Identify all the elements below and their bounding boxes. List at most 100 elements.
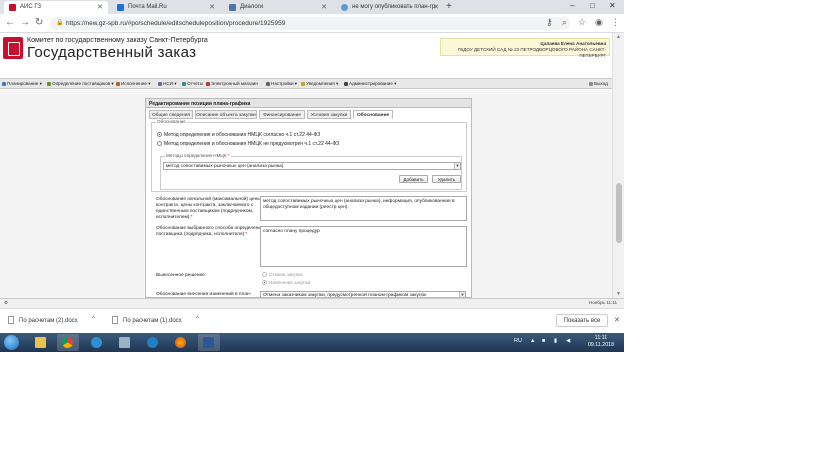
- close-tab-icon[interactable]: ✕: [321, 3, 327, 11]
- menu-execution[interactable]: Исполнение ▾: [116, 81, 151, 87]
- maximize-icon[interactable]: □: [590, 1, 595, 10]
- menu-settings[interactable]: Настройки ▾: [266, 81, 297, 87]
- edit-position-panel: Редактирование позиции плана-графика Общ…: [145, 98, 472, 298]
- label-text: Обоснование выбранного способа определен…: [156, 226, 264, 237]
- profile-icon[interactable]: ◉: [595, 17, 603, 28]
- tab-conditions[interactable]: Условия закупки: [307, 110, 351, 119]
- logout-label: Выход: [594, 81, 608, 86]
- radio-label: Метод определения и обоснования НМЦК сог…: [164, 132, 321, 138]
- download-item-1[interactable]: По расчетам (2).docx: [8, 316, 78, 324]
- tray-app-icon[interactable]: ■: [542, 338, 545, 344]
- radio-cancel-purchase[interactable]: Отмена закупки: [262, 272, 303, 277]
- tab-object-description[interactable]: Описание объекта закупки: [195, 110, 257, 119]
- menu-label: Электронный магазин: [211, 81, 258, 86]
- main-menu: Планирование ▾ Определение поставщиков ▾…: [0, 78, 612, 89]
- menu-admin[interactable]: Администрирование ▾: [344, 81, 396, 87]
- menu-eshop[interactable]: Электронный магазин: [206, 81, 258, 86]
- menu-dots-icon[interactable]: ⋮: [611, 17, 620, 28]
- ie-icon: [91, 337, 102, 348]
- status-gear-icon[interactable]: ⚙: [4, 300, 8, 306]
- files-icon: [119, 337, 130, 348]
- notifications-icon: [301, 81, 305, 86]
- menu-notifications[interactable]: Уведомления ▾: [301, 81, 338, 87]
- nmck-justification-textarea[interactable]: метод сопоставимых рыночных цен (анализа…: [260, 196, 467, 221]
- lock-icon: 🔒: [56, 20, 64, 26]
- close-downloads-icon[interactable]: ✕: [614, 316, 620, 324]
- tab-general[interactable]: Общие сведения: [149, 110, 193, 119]
- field-decision-label: Вынесенное решение:: [156, 273, 207, 278]
- admin-icon: [344, 81, 348, 86]
- minimize-icon[interactable]: –: [570, 1, 574, 10]
- scroll-up-icon[interactable]: ▲: [616, 34, 621, 40]
- clock-date: 09.11.2018: [587, 342, 615, 348]
- method-choice-textarea[interactable]: согласно плану процедур: [260, 226, 467, 267]
- star-icon[interactable]: ☆: [578, 17, 586, 28]
- scrollbar-thumb[interactable]: [616, 183, 622, 243]
- menu-label: НСИ: [163, 81, 173, 86]
- user-info[interactable]: Цапаева Елена Анатольевна ГБДОУ ДЕТСКИЙ …: [440, 38, 610, 58]
- taskbar-chrome[interactable]: [57, 334, 79, 351]
- site-header: Комитет по государственному заказу Санкт…: [0, 33, 612, 67]
- tab-financing[interactable]: Финансирование: [259, 110, 305, 119]
- address-bar[interactable]: 🔒 https://new.gz-spb.ru/#po/schedule/edi…: [50, 17, 570, 30]
- radio-method-per-law[interactable]: Метод определения и обоснования НМЦК сог…: [157, 132, 320, 138]
- menu-nsi[interactable]: НСИ ▾: [158, 81, 177, 87]
- clock-time: 11:11: [594, 335, 608, 341]
- radio-method-not-per-law[interactable]: Метод определения и обоснования НМЦК не …: [157, 141, 339, 147]
- chevron-up-icon[interactable]: ^: [196, 316, 199, 322]
- taskbar-firefox[interactable]: [170, 334, 192, 351]
- download-item-2[interactable]: По расчетам (1).docx: [112, 316, 182, 324]
- start-button-icon[interactable]: [4, 335, 19, 350]
- screen: АИС ГЗ ✕ Почта Mail.Ru ✕ Диалоги ✕ не мо…: [0, 0, 624, 352]
- radio-selected-icon[interactable]: [157, 132, 162, 137]
- taskbar-explorer[interactable]: [30, 334, 52, 351]
- methods-legend: Методы определения НМЦК *: [165, 153, 231, 158]
- close-tab-icon[interactable]: ✕: [209, 3, 215, 11]
- back-arrow-icon[interactable]: ←: [5, 17, 15, 28]
- taskbar-clock[interactable]: 11:11 09.11.2018: [586, 335, 616, 349]
- zoom-icon[interactable]: ⌕: [562, 17, 567, 28]
- browser-tab-ais[interactable]: АИС ГЗ ✕: [4, 1, 108, 14]
- site-title: Государственный заказ: [27, 44, 197, 61]
- ais-favicon-icon: [9, 4, 16, 11]
- add-button[interactable]: Добавить: [399, 175, 428, 183]
- delete-button[interactable]: Удалить: [432, 175, 461, 183]
- change-justification-select[interactable]: Отмена заказчиком закупки, предусмотренн…: [260, 291, 466, 297]
- radio-change-purchase[interactable]: Изменение закупки: [262, 280, 310, 285]
- menu-label: Планирование: [7, 81, 39, 86]
- volume-icon[interactable]: ◀: [566, 338, 570, 344]
- close-window-icon[interactable]: ✕: [609, 1, 616, 10]
- network-icon[interactable]: ▮: [554, 338, 557, 344]
- language-indicator[interactable]: RU: [514, 338, 522, 344]
- menu-label: Администрирование: [349, 81, 393, 86]
- browser-tab-mail[interactable]: Почта Mail.Ru ✕: [112, 1, 220, 14]
- reload-icon[interactable]: ↻: [35, 17, 43, 28]
- menu-planning[interactable]: Планирование ▾: [2, 81, 42, 87]
- close-tab-icon[interactable]: ✕: [97, 3, 103, 11]
- page-scrollbar[interactable]: ▲ ▼: [612, 33, 624, 298]
- new-tab-button[interactable]: +: [446, 1, 452, 12]
- scroll-down-icon[interactable]: ▼: [616, 291, 621, 297]
- chevron-up-icon[interactable]: ^: [92, 316, 95, 322]
- logout-button[interactable]: Выход: [589, 81, 608, 86]
- forward-arrow-icon[interactable]: →: [20, 17, 30, 28]
- radio-disabled-selected-icon[interactable]: [262, 280, 267, 285]
- taskbar-app-bird[interactable]: [142, 334, 164, 351]
- taskbar-ie[interactable]: [86, 334, 108, 351]
- tray-chevron-icon[interactable]: ▲: [530, 338, 535, 344]
- tab-justification[interactable]: Обоснование: [353, 110, 393, 119]
- menu-suppliers[interactable]: Определение поставщиков ▾: [47, 81, 114, 87]
- close-tab-icon[interactable]: ✕: [433, 3, 439, 11]
- fieldset-legend: Обоснование: [156, 119, 187, 124]
- method-select[interactable]: метод сопоставимых рыночных цен (анализа…: [163, 162, 461, 170]
- radio-disabled-icon[interactable]: [262, 272, 267, 277]
- chevron-down-icon[interactable]: ▼: [454, 163, 460, 169]
- browser-tab-question[interactable]: не могу опубликовать план-гр ✕: [336, 1, 444, 14]
- browser-tab-dialogs[interactable]: Диалоги ✕: [224, 1, 332, 14]
- show-all-downloads-button[interactable]: Показать все: [556, 314, 608, 327]
- menu-reports[interactable]: Отчеты: [182, 81, 203, 86]
- radio-unselected-icon[interactable]: [157, 141, 162, 146]
- key-icon[interactable]: ⚷: [546, 17, 553, 28]
- taskbar-files[interactable]: [114, 334, 136, 351]
- taskbar-word[interactable]: [198, 334, 220, 351]
